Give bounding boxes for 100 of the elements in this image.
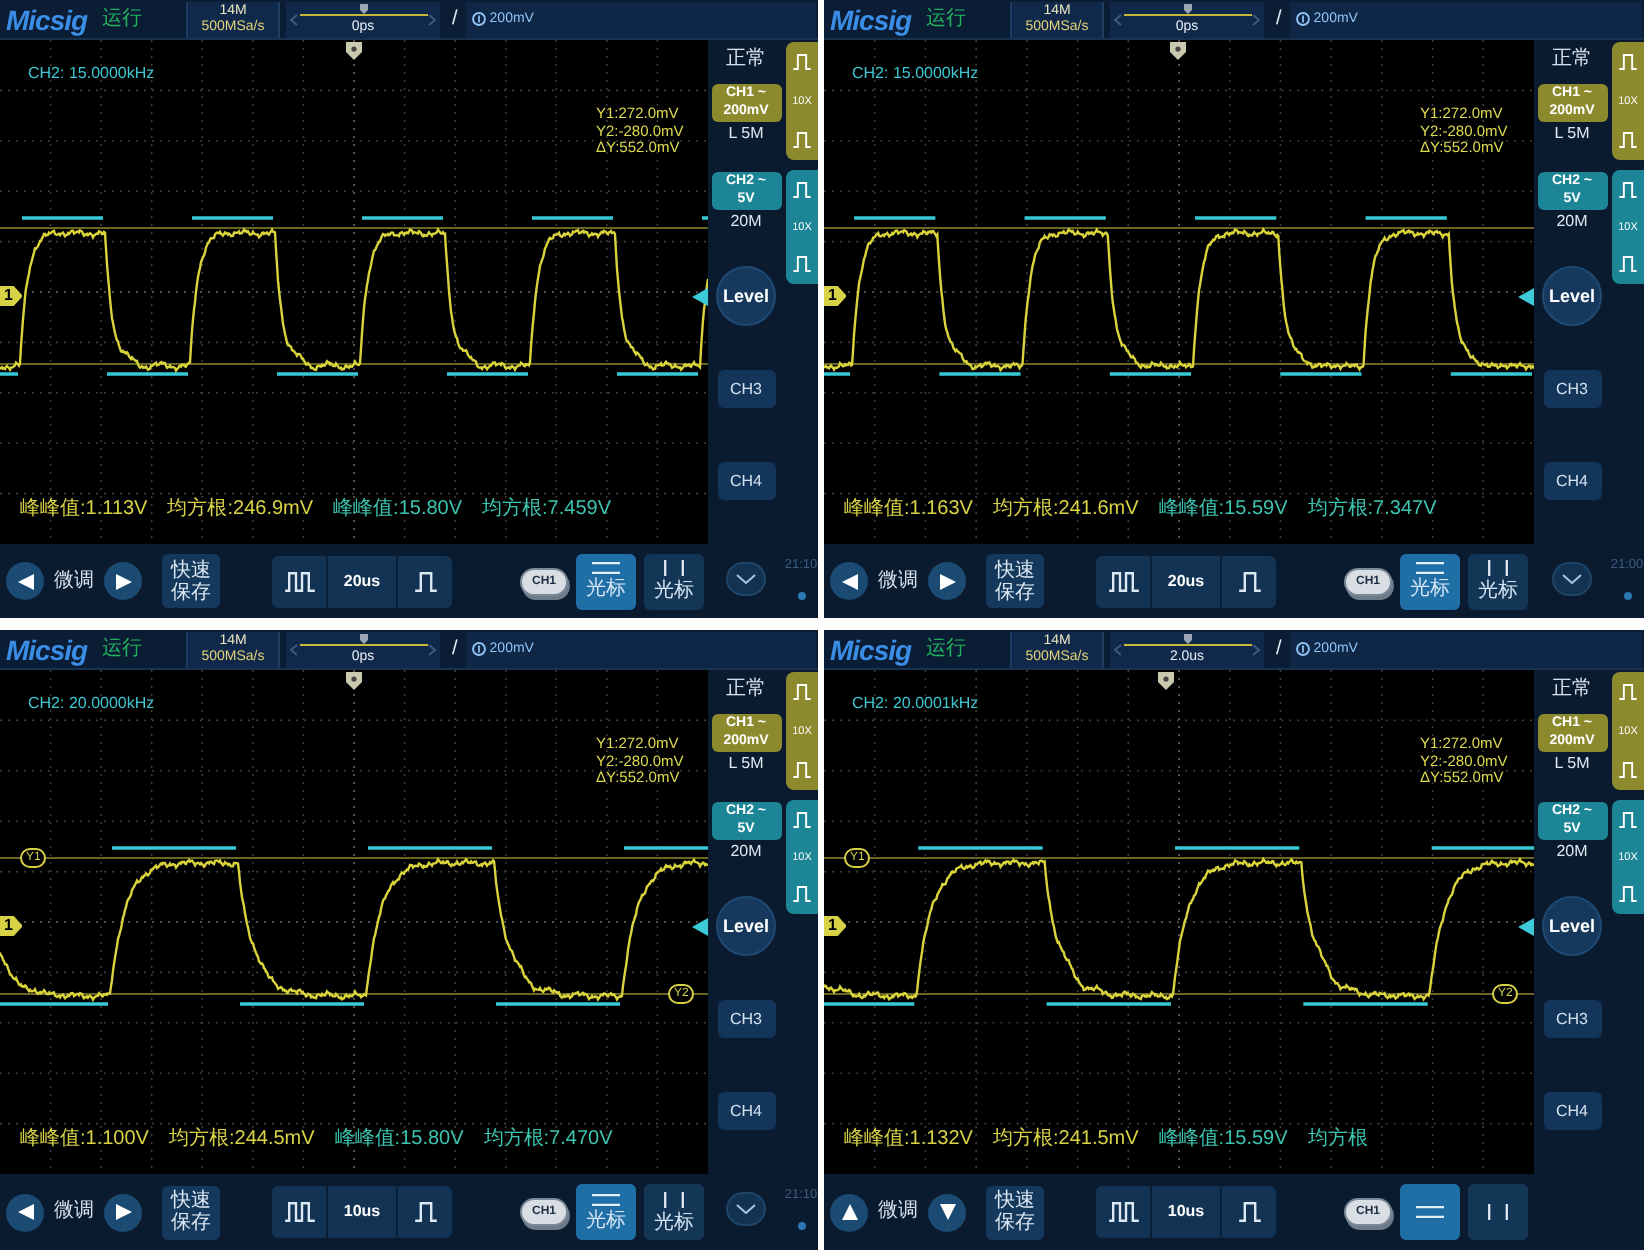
cursor-button[interactable]: 光标 xyxy=(1400,553,1460,609)
vertical-lines-icon xyxy=(1488,1204,1508,1220)
pulse-icon xyxy=(792,762,812,778)
position-marker-icon xyxy=(299,3,427,17)
brand-logo: Micsig xyxy=(830,3,914,35)
cursor-button[interactable]: 光标 xyxy=(576,1184,636,1240)
fine-tune-label: 微调 xyxy=(54,569,94,593)
up-arrow-button[interactable] xyxy=(830,1193,868,1231)
pulse-icon xyxy=(792,256,812,272)
frequency-readout: CH2: 15.0000kHz xyxy=(852,64,979,84)
channel-button[interactable]: CH3 xyxy=(717,370,775,408)
channel-marker: 1 xyxy=(0,916,23,936)
measurement-readout: 均方根:241.6mV xyxy=(992,498,1139,522)
bandwidth-label: 20M xyxy=(1556,844,1588,860)
measurement-readout: 均方根:241.5mV xyxy=(992,1128,1139,1152)
pulse-icon xyxy=(1618,132,1638,148)
channel-button[interactable]: CH3 xyxy=(1543,1000,1601,1038)
left-arrow-button[interactable] xyxy=(830,562,868,600)
run-status: 运行 xyxy=(102,637,142,661)
status-dot-icon xyxy=(797,1222,805,1230)
status-dot-icon xyxy=(797,592,805,600)
measurement-readout: 峰峰值:15.59V xyxy=(1158,498,1288,522)
triangle-left-icon xyxy=(17,1204,33,1220)
timebase-value: 10us xyxy=(341,1202,383,1222)
cursor-button[interactable]: 光标 xyxy=(644,553,704,609)
triangle-down-icon xyxy=(939,1204,955,1220)
channel-marker: 1 xyxy=(824,286,847,306)
triangle-left-icon xyxy=(17,573,33,589)
chevron-down-icon xyxy=(736,574,756,584)
expand-button[interactable] xyxy=(726,562,766,596)
channel-button[interactable]: CH4 xyxy=(717,462,775,500)
channel-marker: 1 xyxy=(0,286,23,306)
chevron-left-icon xyxy=(1114,643,1122,655)
level-button[interactable]: Level xyxy=(1542,266,1602,326)
measurement-readout: 均方根 xyxy=(1307,1128,1368,1152)
pulse-icon xyxy=(1618,256,1638,272)
right-arrow-button[interactable] xyxy=(104,562,142,600)
trigger-slope: / xyxy=(1276,637,1282,661)
pulse-icon xyxy=(413,571,437,591)
triangle-up-icon xyxy=(841,1204,857,1220)
measurement-readout: 均方根:7.347V xyxy=(1307,498,1437,522)
brand-logo: Micsig xyxy=(830,633,914,665)
timebase-value: 10us xyxy=(1165,1202,1207,1222)
shield-marker-icon xyxy=(1170,42,1186,60)
pointer-arrow-icon xyxy=(1518,288,1534,306)
level-button[interactable]: Level xyxy=(716,896,776,956)
expand-button[interactable] xyxy=(726,1192,766,1226)
double-pulse-icon xyxy=(1107,1202,1139,1222)
bandwidth-label: 20M xyxy=(1556,214,1588,230)
timebase-value: 20us xyxy=(341,571,383,591)
level-button[interactable]: Level xyxy=(1542,896,1602,956)
quick-save-button[interactable]: 快速保存 xyxy=(986,1185,1044,1239)
pulse-icon xyxy=(1618,684,1638,700)
cursor-button[interactable]: 光标 xyxy=(1468,553,1528,609)
channel-button[interactable]: CH3 xyxy=(1543,370,1601,408)
chevron-right-icon xyxy=(1252,13,1260,25)
bandwidth-label: L 5M xyxy=(1554,756,1590,772)
quick-save-button[interactable]: 快速保存 xyxy=(162,554,220,608)
right-arrow-button[interactable] xyxy=(104,1193,142,1231)
bandwidth-label: L 5M xyxy=(728,126,764,142)
circle-line-icon xyxy=(1295,642,1310,656)
shield-marker-icon xyxy=(346,42,362,60)
horizontal-lines-icon xyxy=(592,562,620,574)
pulse-icon xyxy=(1618,182,1638,198)
channel-button[interactable]: CH3 xyxy=(717,1000,775,1038)
channel-button[interactable]: CH4 xyxy=(717,1092,775,1130)
chevron-left-icon xyxy=(1114,13,1122,25)
quick-save-button[interactable]: 快速保存 xyxy=(986,554,1044,608)
channel-button[interactable]: CH4 xyxy=(1543,462,1601,500)
trigger-slope: / xyxy=(1276,7,1282,31)
horizontal-lines-icon xyxy=(1416,562,1444,574)
trigger-mode: 正常 xyxy=(1552,680,1592,700)
expand-button[interactable] xyxy=(1552,562,1592,596)
measurement-readout: 峰峰值:1.100V xyxy=(20,1128,149,1152)
trigger-mode: 正常 xyxy=(1552,50,1592,70)
level-button[interactable]: Level xyxy=(716,266,776,326)
circle-line-icon xyxy=(471,12,486,26)
cursor-button[interactable] xyxy=(1400,1184,1460,1240)
position-marker-icon xyxy=(299,633,427,647)
right-arrow-button[interactable] xyxy=(928,562,966,600)
measurement-readout: 均方根:244.5mV xyxy=(168,1128,315,1152)
position-marker-icon xyxy=(1123,633,1251,647)
measurement-readout: 峰峰值:1.132V xyxy=(844,1128,973,1152)
position-marker-icon xyxy=(1123,3,1251,17)
pulse-icon xyxy=(792,54,812,70)
pulse-icon xyxy=(792,132,812,148)
bandwidth-label: 20M xyxy=(730,214,762,230)
cursor-button[interactable]: 光标 xyxy=(576,553,636,609)
left-arrow-button[interactable] xyxy=(6,1193,44,1231)
channel-button[interactable]: CH4 xyxy=(1543,1092,1601,1130)
bandwidth-label: L 5M xyxy=(1554,126,1590,142)
pulse-icon xyxy=(1237,1202,1261,1222)
down-arrow-button[interactable] xyxy=(928,1193,966,1231)
measurement-readout: 峰峰值:15.59V xyxy=(1158,1128,1288,1152)
left-arrow-button[interactable] xyxy=(6,562,44,600)
quick-save-button[interactable]: 快速保存 xyxy=(162,1185,220,1239)
cursor-button[interactable]: 光标 xyxy=(644,1184,704,1240)
channel-marker: 1 xyxy=(824,916,847,936)
trigger-slope: / xyxy=(452,7,458,31)
pulse-icon xyxy=(792,886,812,902)
